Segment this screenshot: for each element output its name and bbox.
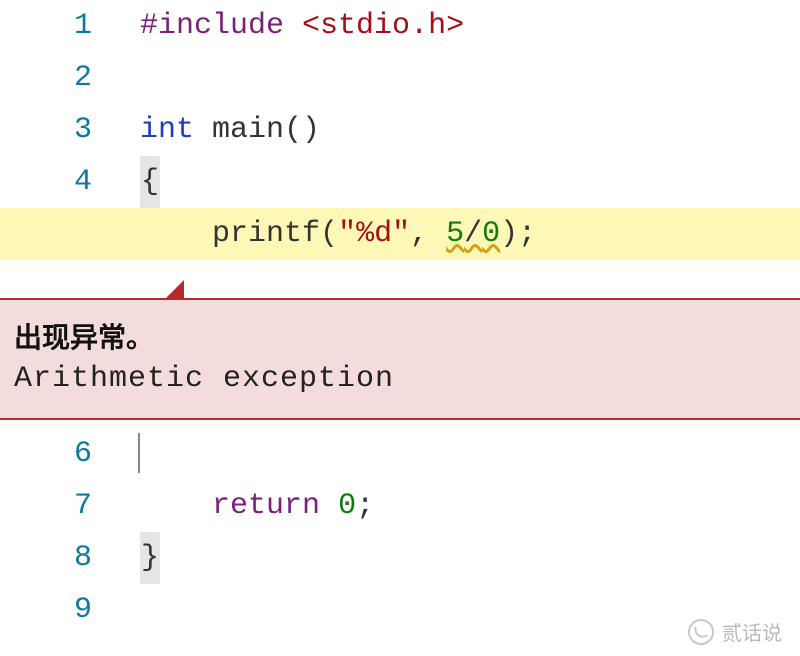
- code-content[interactable]: int main(): [120, 104, 800, 156]
- code-content[interactable]: [120, 428, 800, 480]
- number-token-warning: 5: [446, 217, 464, 251]
- watermark: 贰话说: [688, 617, 782, 646]
- punct-token: (): [284, 113, 320, 147]
- exception-panel[interactable]: 出现异常。 Arithmetic exception: [0, 298, 800, 420]
- code-line-current[interactable]: 5 printf("%d", 5/0);: [0, 208, 800, 260]
- punct-token: ): [500, 217, 518, 251]
- line-number: 6: [0, 428, 120, 480]
- line-number: 7: [0, 480, 120, 532]
- space: [320, 489, 338, 523]
- keyword-token: int: [140, 113, 194, 147]
- exception-title: 出现异常。: [14, 316, 786, 356]
- code-line[interactable]: 6: [0, 428, 800, 480]
- punct-token: (: [320, 217, 338, 251]
- code-line[interactable]: 4 {: [0, 156, 800, 208]
- space: [428, 217, 446, 251]
- code-line[interactable]: 7 return 0;: [0, 480, 800, 532]
- text-cursor: [138, 433, 140, 473]
- code-content[interactable]: #include <stdio.h>: [120, 0, 800, 52]
- operator-token-warning: /: [464, 217, 482, 251]
- wechat-icon: [688, 619, 714, 645]
- brace-highlight: }: [140, 532, 160, 584]
- code-editor[interactable]: 1 #include <stdio.h> 2 3 int main() 4 { …: [0, 0, 800, 656]
- exception-pointer-wedge: [166, 280, 184, 298]
- punct-token: ,: [410, 217, 428, 251]
- line-number: 9: [0, 584, 120, 636]
- exception-message: Arithmetic exception: [14, 362, 786, 396]
- include-header-token: <stdio.h>: [302, 9, 464, 43]
- code-line[interactable]: 8 }: [0, 532, 800, 584]
- punct-token: ;: [356, 489, 374, 523]
- code-line[interactable]: 1 #include <stdio.h>: [0, 0, 800, 52]
- code-content[interactable]: }: [120, 532, 800, 584]
- line-number: 3: [0, 104, 120, 156]
- line-number: 2: [0, 52, 120, 104]
- string-token: "%d": [338, 217, 410, 251]
- preprocessor-token: #include: [140, 9, 284, 43]
- keyword-token: return: [212, 489, 320, 523]
- punct-token: ;: [518, 217, 536, 251]
- code-content[interactable]: {: [120, 156, 800, 208]
- code-line[interactable]: 2: [0, 52, 800, 104]
- code-line[interactable]: 9: [0, 584, 800, 636]
- function-name-token: main: [212, 113, 284, 147]
- watermark-text: 贰话说: [722, 617, 782, 646]
- code-content[interactable]: return 0;: [120, 480, 800, 532]
- line-number: 8: [0, 532, 120, 584]
- function-call-token: printf: [212, 217, 320, 251]
- number-token: 0: [338, 489, 356, 523]
- brace-highlight: {: [140, 156, 160, 208]
- code-content[interactable]: printf("%d", 5/0);: [120, 208, 800, 260]
- line-number: 1: [0, 0, 120, 52]
- number-token-warning: 0: [482, 217, 500, 251]
- code-line[interactable]: 3 int main(): [0, 104, 800, 156]
